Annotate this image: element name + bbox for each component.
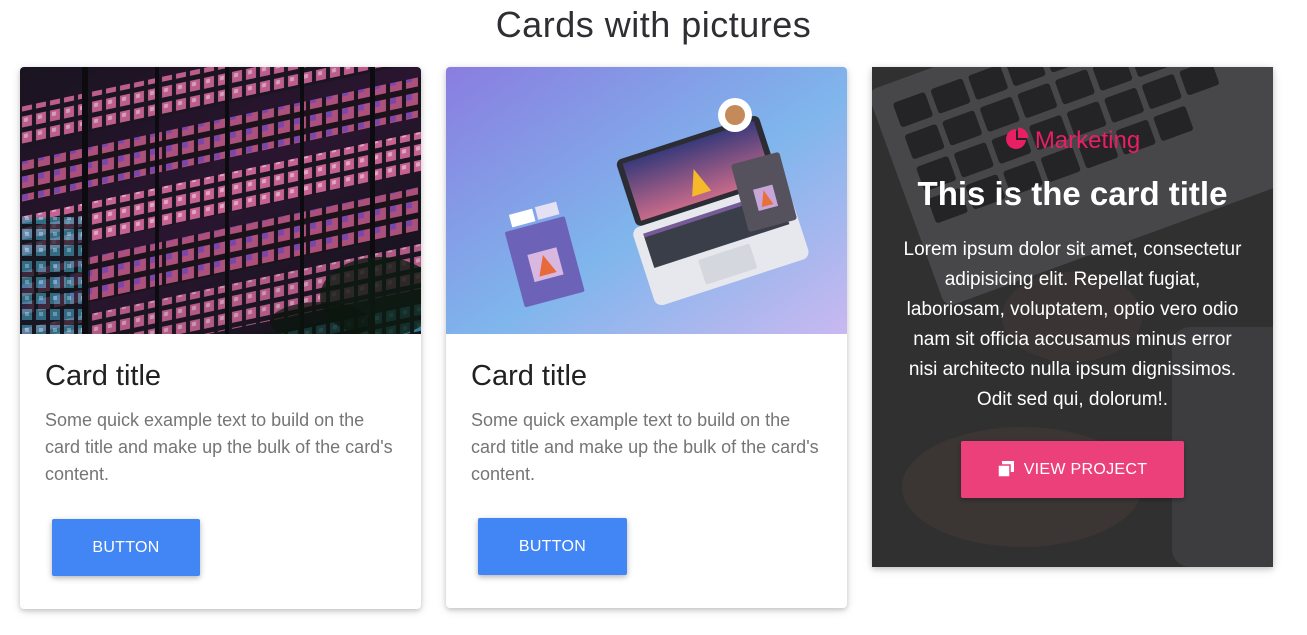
card-text: Some quick example text to build on the … (45, 410, 393, 484)
card-text: Some quick example text to build on the … (471, 410, 819, 484)
view-project-label: VIEW PROJECT (1023, 460, 1148, 478)
card-title: Card title (471, 360, 588, 392)
card-button[interactable]: Button (478, 518, 627, 575)
card-laptop: Card title Some quick example text to bu… (446, 67, 847, 608)
card-image-laptop (446, 67, 847, 334)
card-title: Card title (45, 360, 162, 392)
feature-card-content: Marketing This is the card title Lorem i… (872, 67, 1273, 567)
feature-card: Marketing This is the card title Lorem i… (872, 67, 1273, 567)
feature-card-title: This is the card title (917, 175, 1228, 212)
pie-chart-icon (1005, 127, 1029, 149)
page-title: Cards with pictures (495, 4, 812, 45)
card-button[interactable]: Button (52, 519, 200, 576)
clone-icon (996, 460, 1014, 478)
feature-card-text: Lorem ipsum dolor sit amet, consectetur … (903, 239, 1242, 410)
card-body: Card title Some quick example text to bu… (45, 334, 397, 488)
category-label: Marketing (872, 127, 1273, 155)
view-project-button[interactable]: VIEW PROJECT (961, 441, 1184, 498)
card-body: Card title Some quick example text to bu… (471, 334, 823, 488)
card-building: Card title Some quick example text to bu… (20, 67, 421, 609)
category-text: Marketing (1034, 127, 1141, 154)
card-image-building (20, 67, 421, 334)
